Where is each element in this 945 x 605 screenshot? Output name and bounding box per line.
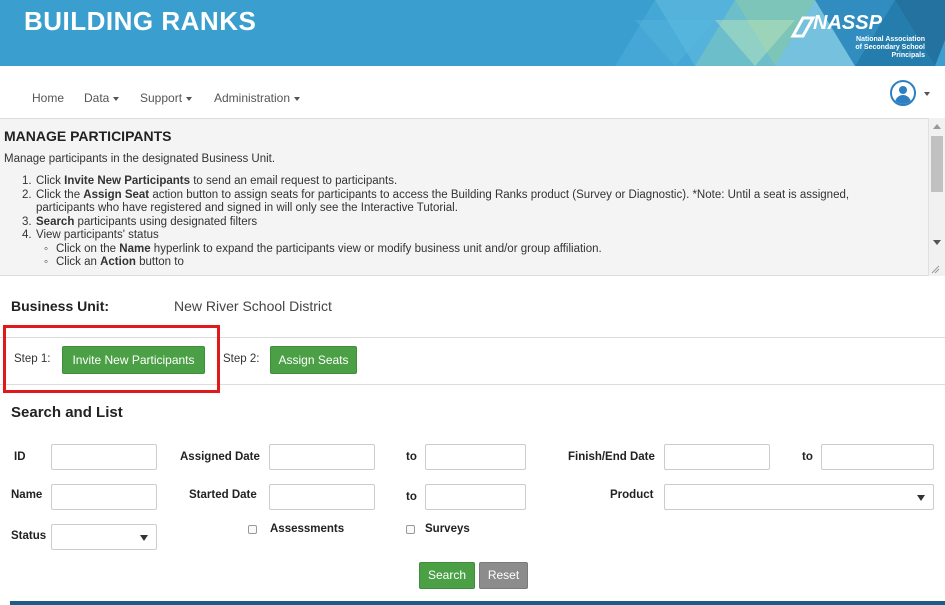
dropdown-arrow-icon	[917, 495, 925, 501]
business-unit-label: Business Unit:	[11, 298, 110, 314]
finish-to-label: to	[802, 451, 813, 463]
user-avatar-icon[interactable]	[890, 80, 916, 106]
status-select[interactable]	[51, 524, 157, 550]
highlight-annotation	[3, 325, 220, 393]
started-date-to-input[interactable]	[425, 484, 526, 510]
search-section-title: Search and List	[11, 404, 123, 421]
status-label: Status	[11, 530, 47, 542]
instructions-list: 1. Click Invite New Participants to send …	[22, 175, 922, 270]
list-item: 2. Click the Assign Seat action button to…	[22, 188, 850, 201]
assessments-checkbox[interactable]	[248, 525, 257, 534]
assigned-date-to-input[interactable]	[425, 444, 526, 470]
instructions-scrollbar[interactable]	[928, 118, 945, 276]
surveys-label: Surveys	[425, 523, 470, 535]
assign-seats-button[interactable]: Assign Seats	[270, 346, 357, 374]
business-unit-value: New River School District	[174, 298, 332, 314]
scroll-up-icon[interactable]	[933, 124, 941, 129]
surveys-checkbox[interactable]	[406, 525, 415, 534]
nav-data[interactable]: Data	[84, 91, 120, 105]
nassp-logo: NASSP National Association of Secondary …	[783, 10, 933, 60]
finish-date-from-input[interactable]	[664, 444, 770, 470]
user-menu-chevron-icon[interactable]	[924, 92, 930, 96]
nassp-logo-text: NASSP	[813, 12, 882, 34]
step2-label: Step 2:	[223, 353, 260, 365]
list-item: 1. Click Invite New Participants to send …	[22, 175, 398, 187]
header-banner: BUILDING RANKS NASSP National Associatio…	[0, 0, 945, 66]
assigned-to-label: to	[406, 451, 417, 463]
name-input[interactable]	[51, 484, 157, 510]
reset-button[interactable]: Reset	[479, 562, 528, 589]
instructions-intro: Manage participants in the designated Bu…	[4, 153, 276, 165]
started-date-from-input[interactable]	[269, 484, 375, 510]
assigned-date-label: Assigned Date	[180, 451, 260, 463]
assigned-date-from-input[interactable]	[269, 444, 375, 470]
chevron-down-icon	[186, 96, 193, 101]
instructions-panel: MANAGE PARTICIPANTS Manage participants …	[0, 118, 945, 276]
id-input[interactable]	[51, 444, 157, 470]
finish-date-to-input[interactable]	[821, 444, 934, 470]
footer-bar	[10, 601, 945, 605]
scroll-thumb[interactable]	[931, 136, 943, 192]
started-date-label: Started Date	[189, 489, 257, 501]
chevron-down-icon	[294, 96, 301, 101]
resize-grip-icon[interactable]	[930, 264, 940, 274]
search-button[interactable]: Search	[419, 562, 475, 589]
product-label: Product	[610, 489, 654, 501]
finish-date-label: Finish/End Date	[568, 451, 655, 463]
list-item: 4. View participants' status	[22, 229, 159, 241]
scroll-down-icon[interactable]	[933, 240, 941, 245]
id-label: ID	[14, 451, 26, 463]
list-item-continuation: participants who have registered and sig…	[36, 202, 458, 214]
product-select[interactable]	[664, 484, 934, 510]
list-item: 3. Search participants using designated f…	[22, 215, 258, 228]
name-label: Name	[11, 489, 43, 501]
chevron-down-icon	[113, 96, 120, 101]
main-nav: Home Data Support Administration	[0, 66, 945, 116]
nav-home[interactable]: Home	[32, 91, 64, 105]
sub-list-item: ◦ Click on the Name hyperlink to expand t…	[44, 242, 602, 255]
sub-list-item: ◦ Click an Action button to	[44, 256, 184, 268]
nav-administration[interactable]: Administration	[214, 91, 301, 105]
app-title: BUILDING RANKS	[24, 6, 257, 36]
page-title: MANAGE PARTICIPANTS	[4, 128, 172, 144]
dropdown-arrow-icon	[140, 535, 148, 541]
nassp-logo-subtitle: National Association of Secondary School…	[855, 36, 925, 59]
nav-support[interactable]: Support	[140, 91, 193, 105]
assessments-label: Assessments	[270, 523, 345, 535]
started-to-label: to	[406, 491, 417, 503]
